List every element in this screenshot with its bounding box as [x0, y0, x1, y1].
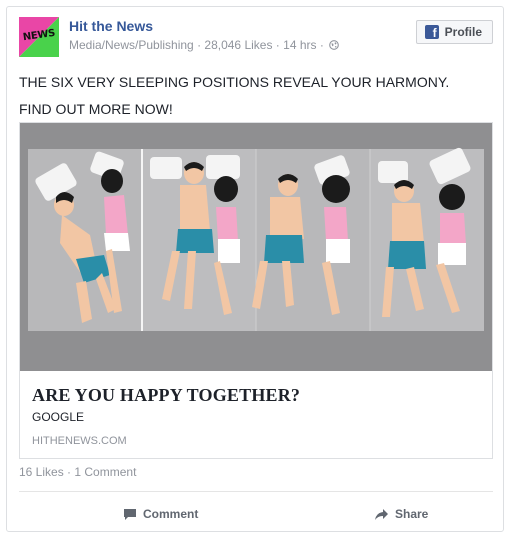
meta-separator: ·: [193, 38, 205, 52]
link-domain: HITHENEWS.COM: [32, 435, 127, 447]
post-meta: Media/News/Publishing · 28,046 Likes · 1…: [69, 38, 340, 52]
link-title[interactable]: ARE YOU HAPPY TOGETHER?: [32, 385, 300, 406]
comments-count[interactable]: 1 Comment: [74, 465, 136, 479]
page-name-link[interactable]: Hit the News: [69, 18, 153, 34]
meta-separator: ·: [316, 38, 328, 52]
comment-button-label: Comment: [143, 507, 199, 521]
comment-icon: [124, 508, 136, 520]
link-preview[interactable]: ARE YOU HAPPY TOGETHER? GOOGLE HITHENEWS…: [19, 122, 493, 459]
profile-button[interactable]: f Profile: [415, 20, 493, 44]
link-description: GOOGLE: [32, 410, 85, 424]
profile-button-label: Profile: [444, 25, 482, 39]
page-likes: 28,046 Likes: [204, 38, 273, 52]
page-category: Media/News/Publishing: [69, 38, 194, 52]
page-logo[interactable]: NEWS: [19, 17, 59, 57]
reaction-stats: 16 Likes · 1 Comment: [19, 465, 136, 479]
share-icon: [375, 508, 388, 520]
globe-icon[interactable]: [329, 40, 340, 50]
post-message-line: FIND OUT MORE NOW!: [19, 101, 173, 117]
meta-separator: ·: [272, 38, 284, 52]
post-message-line: THE SIX VERY SLEEPING POSITIONS REVEAL Y…: [19, 74, 450, 90]
post-card: NEWS Hit the News Media/News/Publishing …: [6, 6, 504, 532]
sleeping-positions-illustration: [20, 123, 492, 371]
stats-separator: ·: [63, 465, 75, 479]
comment-button[interactable]: Comment: [123, 501, 198, 527]
likes-count[interactable]: 16 Likes: [19, 465, 64, 479]
divider: [19, 491, 493, 492]
post-message: THE SIX VERY SLEEPING POSITIONS REVEAL Y…: [19, 69, 499, 123]
post-header: NEWS Hit the News Media/News/Publishing …: [19, 17, 493, 65]
action-bar: Comment Share: [19, 501, 493, 527]
facebook-icon: f: [424, 25, 439, 39]
link-image[interactable]: [20, 123, 492, 371]
share-button[interactable]: Share: [374, 501, 428, 527]
share-button-label: Share: [395, 507, 429, 521]
post-time[interactable]: 14 hrs: [283, 38, 316, 52]
